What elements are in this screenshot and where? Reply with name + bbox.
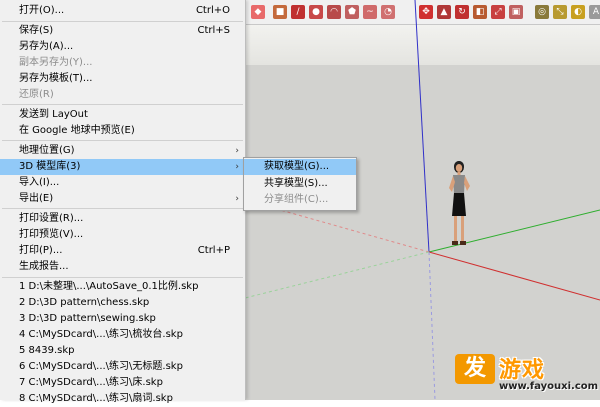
recent-file-1[interactable]: 1 D:\未整理\...\AutoSave_0.1比例.skp [0, 279, 245, 295]
menu-item-save-as-template[interactable]: 另存为模板(T)... [0, 71, 245, 87]
recent-file-6[interactable]: 6 C:\MySDcard\...\练习\无标题.skp [0, 359, 245, 375]
recent-file-8[interactable]: 8 C:\MySDcard\...\练习\扇词.skp [0, 391, 245, 407]
menu-item-save[interactable]: 保存(S) Ctrl+S [0, 23, 245, 39]
watermark-url: www.fayouxi.com [499, 381, 599, 392]
submenu-item-share-component: 分享组件(C)... [264, 194, 329, 205]
chevron-right-icon: › [235, 146, 239, 156]
menu-divider [2, 104, 243, 105]
recent-file-7[interactable]: 7 C:\MySDcard\...\练习\床.skp [0, 375, 245, 391]
watermark-text: 游戏 [499, 358, 546, 383]
submenu-item-get-models[interactable]: 获取模型(G)... [244, 159, 356, 175]
menu-item-export[interactable]: 导出(E) › [0, 191, 245, 207]
menu-item-save-as[interactable]: 另存为(A)... [0, 39, 245, 55]
menu-divider [2, 208, 243, 209]
file-menu: 打开(O)... Ctrl+O 保存(S) Ctrl+S 另存为(A)... 副… [0, 0, 246, 404]
submenu-item-share-model[interactable]: 共享模型(S)... [244, 176, 356, 192]
menu-item-save-copy-as: 副本另存为(Y)... [19, 57, 93, 68]
recent-file-2[interactable]: 2 D:\3D pattern\chess.skp [0, 295, 245, 311]
watermark-badge: 发 [455, 354, 495, 384]
chevron-right-icon: › [235, 194, 239, 204]
menu-item-import[interactable]: 导入(I)... [0, 175, 245, 191]
menu-divider [2, 21, 243, 22]
menu-item-preview-google-earth[interactable]: 在 Google 地球中预览(E) [0, 123, 245, 139]
menu-item-revert: 还原(R) [19, 89, 54, 100]
menu-item-print-preview[interactable]: 打印预览(V)... [0, 227, 245, 243]
shortcut-save: Ctrl+S [197, 25, 230, 36]
menu-divider [2, 140, 243, 141]
menu-item-print-setup[interactable]: 打印设置(R)... [0, 211, 245, 227]
menu-item-3d-model-library[interactable]: 3D 模型库(3) › [0, 159, 245, 175]
recent-file-4[interactable]: 4 C:\MySDcard\...\练习\梳妆台.skp [0, 327, 245, 343]
shortcut-open: Ctrl+O [195, 5, 230, 16]
chevron-right-icon: › [235, 162, 239, 172]
site-watermark: 发 游戏 www.fayouxi.com [455, 350, 600, 398]
model-library-submenu: 获取模型(G)... 共享模型(S)... 分享组件(C)... [243, 157, 357, 211]
menu-divider [2, 277, 243, 278]
person-figure[interactable] [443, 158, 477, 254]
recent-file-3[interactable]: 3 D:\3D pattern\sewing.skp [0, 311, 245, 327]
menu-item-generate-report[interactable]: 生成报告... [0, 259, 245, 275]
menu-item-geo-location[interactable]: 地理位置(G) › [0, 143, 245, 159]
menu-item-open[interactable]: 打开(O)... Ctrl+O [0, 3, 245, 19]
menu-item-print[interactable]: 打印(P)... Ctrl+P [0, 243, 245, 259]
shortcut-print: Ctrl+P [197, 245, 230, 256]
recent-file-5[interactable]: 5 8439.skp [0, 343, 245, 359]
menu-item-send-to-layout[interactable]: 发送到 LayOut [0, 107, 245, 123]
